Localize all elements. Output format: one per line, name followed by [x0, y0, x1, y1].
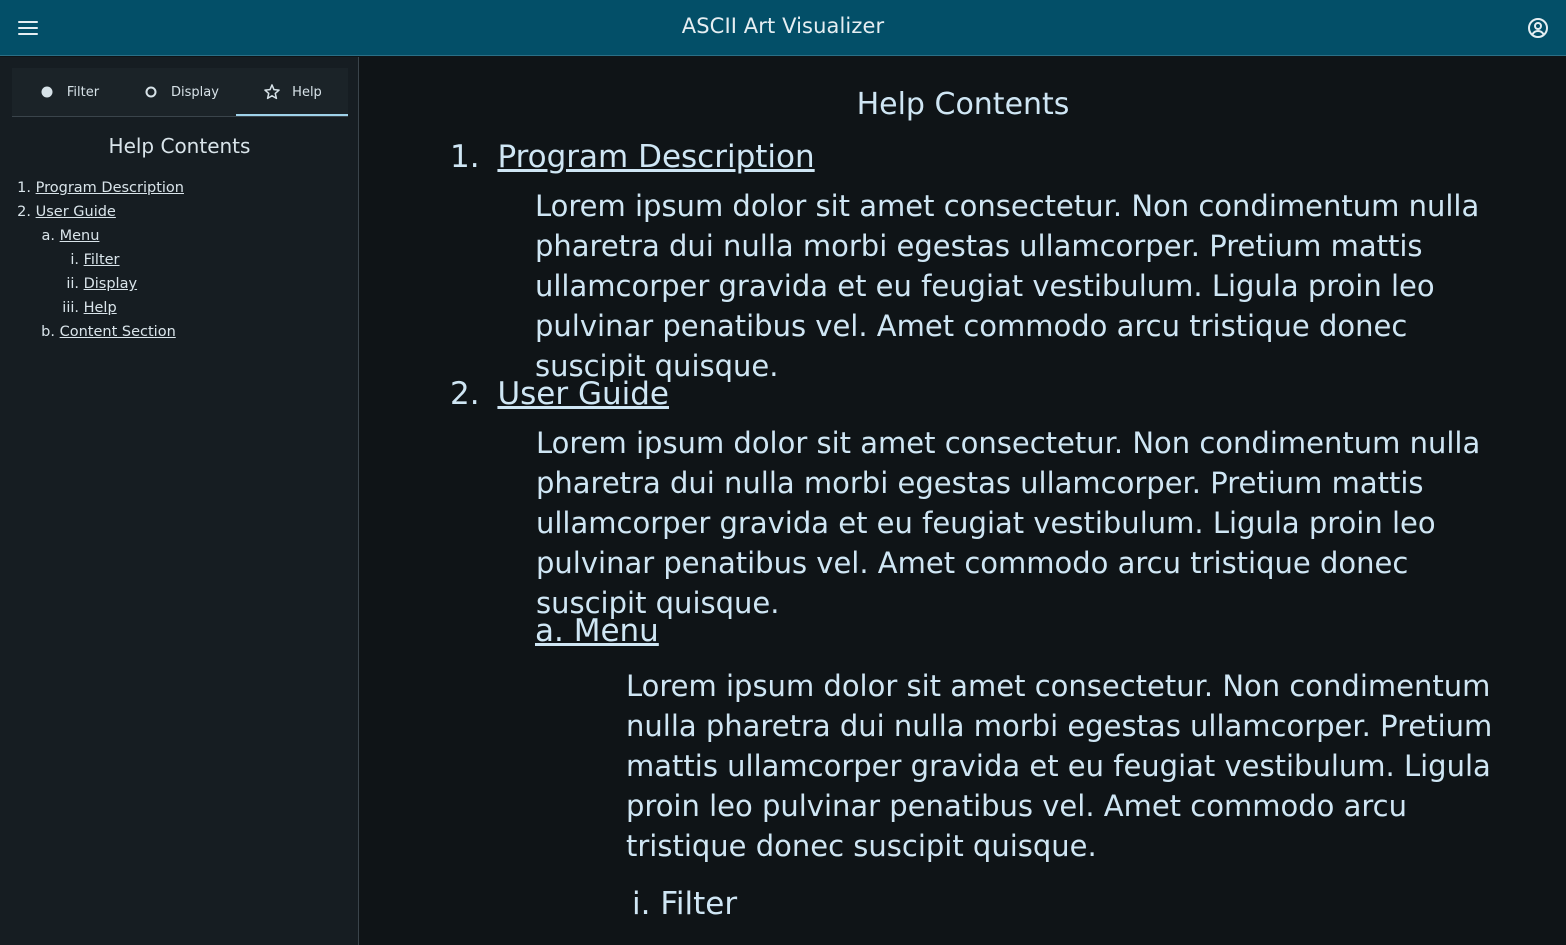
toc-item-program-description: 1. Program Description: [17, 176, 184, 200]
tab-help-label: Help: [292, 84, 322, 100]
toc-item-filter: i. Filter: [54, 248, 120, 272]
toc-item-display: ii. Display: [54, 272, 137, 296]
toc-link-display[interactable]: Display: [84, 276, 137, 292]
toc-link-help[interactable]: Help: [84, 300, 117, 316]
toc-marker: i.: [70, 252, 79, 268]
section-heading-program-description: 1. Program Description: [450, 139, 815, 175]
tab-filter-label: Filter: [66, 84, 100, 100]
toc-item-content-section: b. Content Section: [40, 320, 176, 344]
toc-item-menu: a. Menu: [40, 224, 100, 248]
section-marker: 2.: [450, 376, 480, 412]
tab-display-label: Display: [171, 84, 219, 100]
section-link-user-guide[interactable]: User Guide: [497, 376, 669, 412]
section-link-program-description[interactable]: Program Description: [497, 139, 814, 175]
account-circle-icon[interactable]: [1526, 16, 1550, 40]
app-header: ASCII Art Visualizer: [0, 0, 1566, 56]
section-body-user-guide: Lorem ipsum dolor sit amet consectetur. …: [536, 426, 1481, 620]
toc-link-content-section[interactable]: Content Section: [60, 324, 176, 340]
section-heading-menu: a. Menu: [535, 613, 659, 649]
section-heading-filter: i. Filter: [632, 886, 738, 922]
help-content-panel: Help Contents 1. Program Description Lor…: [360, 57, 1566, 945]
sidebar-tabs: Filter Display Help: [12, 68, 348, 116]
toc-link-filter[interactable]: Filter: [84, 252, 120, 268]
section-link-menu[interactable]: a. Menu: [535, 613, 659, 649]
outline-circle-icon: [141, 82, 161, 102]
tab-display[interactable]: Display: [124, 68, 236, 116]
toc-marker: a.: [41, 228, 56, 244]
toc-marker: ii.: [66, 276, 79, 292]
tabs-divider: [12, 116, 348, 117]
toc-marker: 1.: [17, 180, 31, 196]
app-title: ASCII Art Visualizer: [681, 14, 885, 38]
tab-help[interactable]: Help: [236, 68, 348, 116]
toc-item-user-guide: 2. User Guide: [17, 200, 116, 224]
toc-marker: 2.: [17, 204, 31, 220]
filled-circle-icon: [37, 82, 57, 102]
section-marker: 1.: [450, 139, 480, 175]
page-title: Help Contents: [856, 87, 1070, 122]
sidebar: Filter Display Help Help Contents 1. Pro…: [0, 57, 359, 945]
toc-link-program-description[interactable]: Program Description: [36, 180, 184, 196]
toc-link-menu[interactable]: Menu: [60, 228, 100, 244]
toc-marker: iii.: [62, 300, 79, 316]
sidebar-heading: Help Contents: [108, 134, 251, 158]
toc-item-help: iii. Help: [54, 296, 117, 320]
toc-marker: b.: [41, 324, 55, 340]
section-body-program-description: Lorem ipsum dolor sit amet consectetur. …: [535, 189, 1480, 383]
section-heading-user-guide: 2. User Guide: [450, 376, 669, 412]
star-outline-icon: [262, 82, 282, 102]
section-body-menu: Lorem ipsum dolor sit amet consectetur. …: [626, 669, 1493, 863]
toc-link-user-guide[interactable]: User Guide: [36, 204, 116, 220]
tab-filter[interactable]: Filter: [12, 68, 124, 116]
